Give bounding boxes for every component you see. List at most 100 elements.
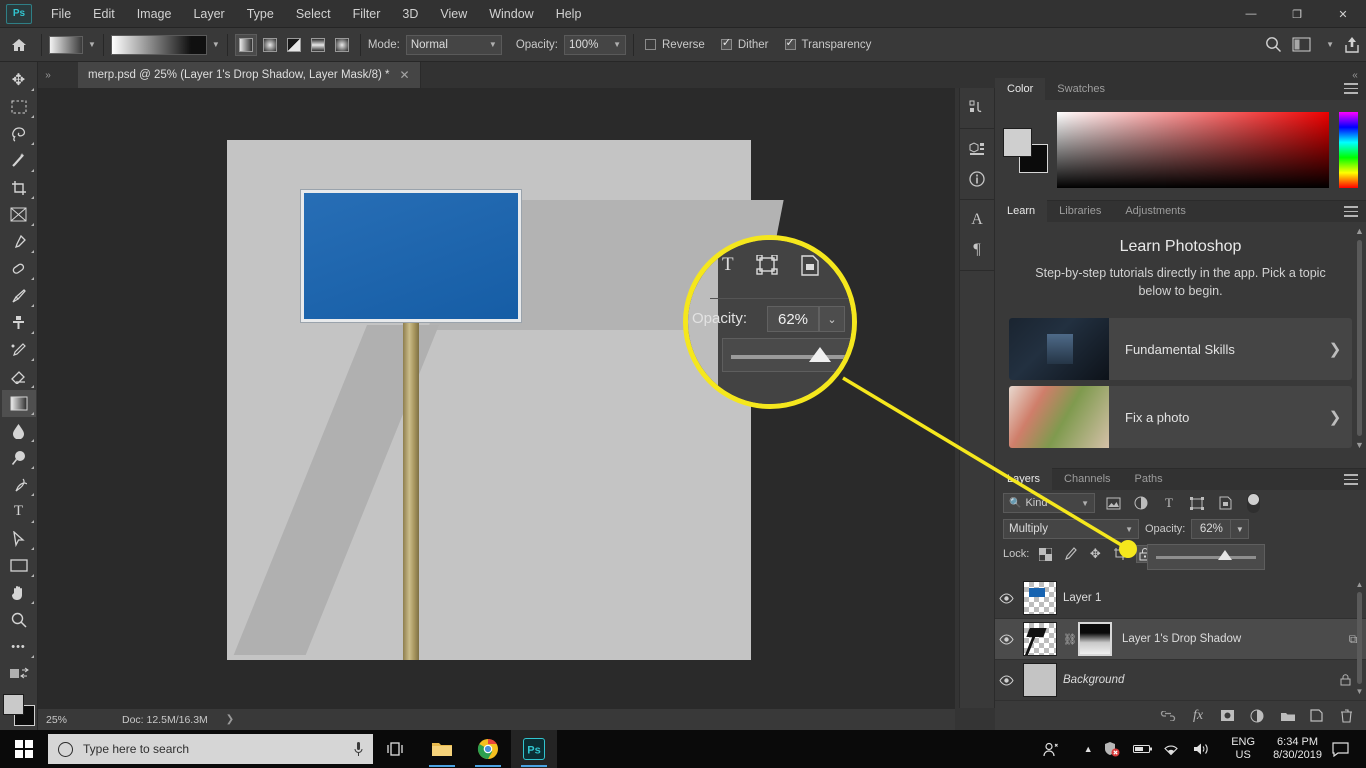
menu-view[interactable]: View xyxy=(429,0,478,28)
eraser-tool[interactable] xyxy=(2,363,36,390)
history-panel-icon[interactable] xyxy=(962,93,992,123)
radial-gradient-button[interactable] xyxy=(259,34,281,56)
blend-mode-select[interactable]: Normal ▼ xyxy=(405,34,502,55)
move-tool[interactable]: ✥ xyxy=(2,66,36,93)
google-chrome-icon[interactable] xyxy=(465,730,511,768)
chevron-down-icon[interactable]: ▼ xyxy=(212,40,220,49)
document-tab[interactable]: merp.psd @ 25% (Layer 1's Drop Shadow, L… xyxy=(78,62,421,88)
table-row[interactable]: ⛓ Layer 1's Drop Shadow ⧉ xyxy=(995,619,1366,660)
close-icon[interactable]: ✕ xyxy=(400,68,410,82)
learn-card-fix-a-photo[interactable]: Fix a photo ❯ xyxy=(1009,386,1352,449)
tab-channels[interactable]: Channels xyxy=(1052,468,1122,490)
table-row[interactable]: Layer 1 xyxy=(995,578,1366,619)
tab-paths[interactable]: Paths xyxy=(1123,468,1175,490)
scroll-down-icon[interactable]: ▼ xyxy=(1355,440,1364,450)
search-icon[interactable] xyxy=(1265,36,1282,53)
shape-filter-icon[interactable] xyxy=(1187,493,1207,513)
rectangular-marquee-tool[interactable] xyxy=(2,93,36,120)
object-selection-tool[interactable] xyxy=(2,147,36,174)
filter-enable-toggle[interactable] xyxy=(1247,493,1260,513)
pixel-filter-icon[interactable] xyxy=(1103,493,1123,513)
maximize-button[interactable]: ❐ xyxy=(1274,0,1320,28)
workspace-icon[interactable] xyxy=(1292,37,1311,52)
panel-menu-icon[interactable] xyxy=(1344,206,1358,220)
foreground-color-swatch[interactable] xyxy=(1003,128,1032,157)
layer-style-icon[interactable]: fx xyxy=(1190,708,1206,724)
menu-edit[interactable]: Edit xyxy=(82,0,126,28)
volume-icon[interactable] xyxy=(1193,742,1223,756)
smart-object-filter-icon[interactable] xyxy=(1215,493,1235,513)
opacity-slider-popup[interactable] xyxy=(1147,544,1265,570)
layer-visibility-icon[interactable] xyxy=(999,633,1023,645)
zoom-level[interactable]: 25% xyxy=(38,714,100,726)
hue-strip[interactable] xyxy=(1339,112,1358,188)
type-filter-icon[interactable]: T xyxy=(1159,493,1179,513)
brush-tool[interactable] xyxy=(2,282,36,309)
layer-blend-mode-select[interactable]: Multiply ▼ xyxy=(1003,519,1139,539)
security-alert-icon[interactable] xyxy=(1103,741,1133,757)
opacity-slider-track[interactable] xyxy=(1156,549,1256,560)
spot-healing-brush-tool[interactable] xyxy=(2,255,36,282)
color-field[interactable] xyxy=(1057,112,1329,188)
panel-menu-icon[interactable] xyxy=(1344,474,1358,488)
link-layers-icon[interactable] xyxy=(1160,710,1176,721)
chevron-up-icon[interactable]: ▲ xyxy=(1073,744,1103,754)
tab-adjustments[interactable]: Adjustments xyxy=(1113,200,1198,222)
layer-list-scrollbar[interactable]: ▲ ▼ xyxy=(1355,580,1364,696)
tab-learn[interactable]: Learn xyxy=(995,200,1048,222)
menu-image[interactable]: Image xyxy=(126,0,183,28)
task-view-icon[interactable] xyxy=(373,730,419,768)
adjustment-filter-icon[interactable] xyxy=(1131,493,1151,513)
pen-tool[interactable] xyxy=(2,471,36,498)
history-brush-tool[interactable] xyxy=(2,336,36,363)
chevron-right-icon[interactable]: ❯ xyxy=(226,714,234,725)
character-panel-icon[interactable]: A xyxy=(962,205,992,235)
chevron-down-icon[interactable]: ▼ xyxy=(1326,40,1334,49)
dodge-tool[interactable] xyxy=(2,444,36,471)
layer-opacity-dropdown-icon[interactable]: ▼ xyxy=(1231,519,1250,539)
gradient-preset-swatch[interactable] xyxy=(49,35,83,54)
reverse-checkbox[interactable] xyxy=(645,36,656,54)
tab-layers[interactable]: Layers xyxy=(995,468,1053,490)
edit-toolbar-button[interactable]: ••• xyxy=(2,633,36,660)
people-icon[interactable] xyxy=(1043,742,1073,757)
lasso-tool[interactable] xyxy=(2,120,36,147)
windows-start-icon[interactable] xyxy=(0,730,48,768)
layer-thumbnail[interactable] xyxy=(1023,622,1057,656)
tab-libraries[interactable]: Libraries xyxy=(1047,200,1113,222)
menu-window[interactable]: Window xyxy=(478,0,544,28)
layer-visibility-icon[interactable] xyxy=(999,592,1023,604)
rectangle-tool[interactable] xyxy=(2,552,36,579)
3d-panel-icon[interactable] xyxy=(962,134,992,164)
layer-name[interactable]: Layer 1's Drop Shadow xyxy=(1122,633,1340,645)
clock[interactable]: 6:34 PM 8/30/2019 xyxy=(1263,736,1332,762)
close-button[interactable]: ✕ xyxy=(1320,0,1366,28)
horizontal-type-tool[interactable]: T xyxy=(2,498,36,525)
paragraph-panel-icon[interactable]: ¶ xyxy=(962,235,992,265)
menu-select[interactable]: Select xyxy=(285,0,342,28)
layer-filter-kind-select[interactable]: 🔍 Kind ▼ xyxy=(1003,493,1095,513)
home-icon[interactable] xyxy=(4,32,34,58)
angle-gradient-button[interactable] xyxy=(283,34,305,56)
blur-tool[interactable] xyxy=(2,417,36,444)
tab-swatches[interactable]: Swatches xyxy=(1045,78,1117,100)
layer-opacity-input[interactable]: 62% xyxy=(1191,519,1232,539)
share-icon[interactable] xyxy=(1344,36,1360,53)
lock-position-button[interactable]: ✥ xyxy=(1086,545,1104,563)
opacity-slider-knob[interactable] xyxy=(1218,549,1232,560)
photoshop-icon[interactable]: Ps xyxy=(511,730,557,768)
layer-name[interactable]: Layer 1 xyxy=(1063,592,1340,604)
layer-name[interactable]: Background xyxy=(1063,674,1340,686)
layer-thumbnail[interactable] xyxy=(1023,581,1057,615)
gradient-editor-preview[interactable] xyxy=(110,34,207,55)
action-center-icon[interactable] xyxy=(1332,741,1366,757)
language-indicator[interactable]: ENG US xyxy=(1223,736,1263,762)
menu-type[interactable]: Type xyxy=(236,0,285,28)
info-panel-icon[interactable] xyxy=(962,164,992,194)
minimize-button[interactable]: — xyxy=(1228,0,1274,28)
layer-thumbnail[interactable] xyxy=(1023,663,1057,697)
chevron-right-icon[interactable]: ❯ xyxy=(1318,340,1352,358)
new-group-icon[interactable] xyxy=(1280,710,1296,722)
reflected-gradient-button[interactable] xyxy=(307,34,329,56)
layer-mask-thumbnail[interactable] xyxy=(1078,622,1112,656)
